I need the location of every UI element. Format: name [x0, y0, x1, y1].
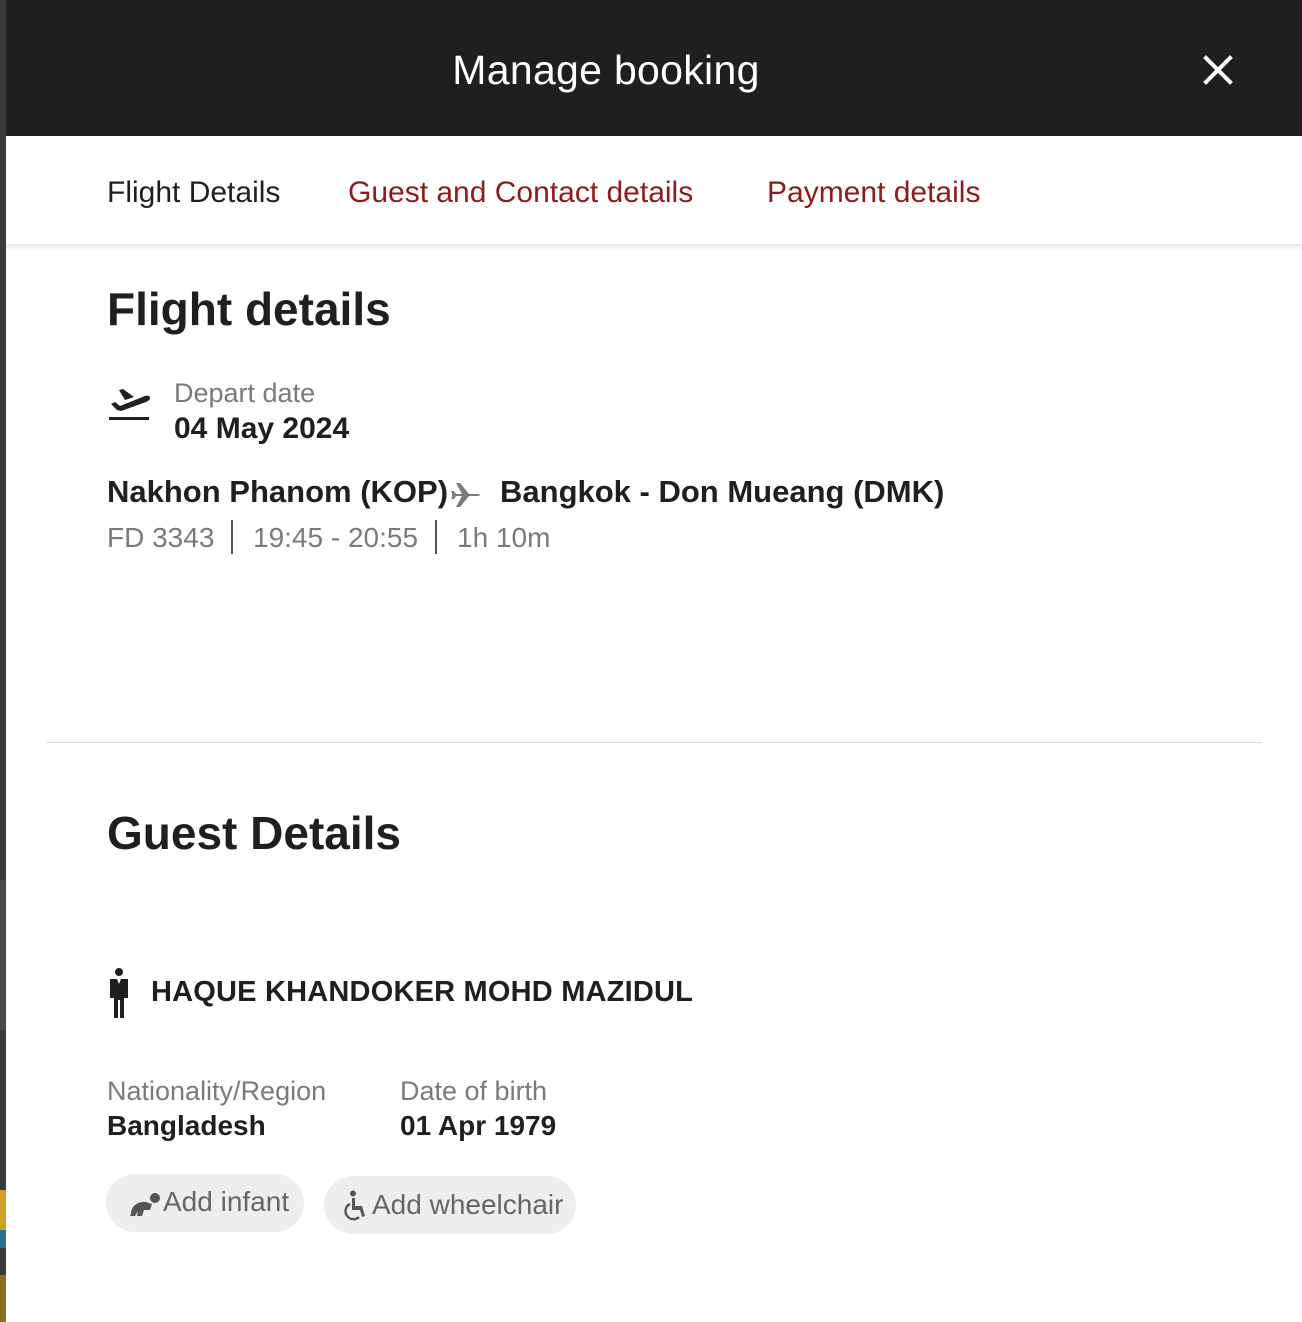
- flight-time: 19:45 - 20:55: [253, 522, 419, 553]
- section-divider: [46, 742, 1262, 743]
- modal-title: Manage booking: [452, 47, 760, 93]
- infant-icon: [130, 1193, 160, 1216]
- meta-separator: [435, 520, 437, 554]
- flight-number: FD 3343: [107, 522, 215, 553]
- tab-payment-details[interactable]: Payment details: [767, 176, 980, 210]
- add-infant-label: Add infant: [163, 1186, 290, 1217]
- flight-takeoff-icon: [109, 389, 150, 420]
- close-button[interactable]: [1194, 46, 1242, 94]
- tab-guest-contact-details[interactable]: Guest and Contact details: [348, 176, 693, 210]
- close-icon: [1203, 55, 1233, 85]
- depart-date-value: 04 May 2024: [174, 412, 350, 445]
- dob-value: 01 Apr 1979: [400, 1110, 557, 1141]
- meta-separator: [231, 520, 233, 554]
- wheelchair-icon: [344, 1190, 365, 1221]
- add-wheelchair-label: Add wheelchair: [372, 1189, 564, 1220]
- add-wheelchair-button[interactable]: Add wheelchair: [324, 1176, 576, 1234]
- adult-passenger-icon: [110, 968, 128, 1018]
- nationality-label: Nationality/Region: [107, 1076, 327, 1106]
- dob-label: Date of birth: [400, 1076, 548, 1106]
- flight-duration: 1h 10m: [457, 522, 551, 553]
- tab-bar: Flight Details Guest and Contact details…: [6, 136, 1302, 244]
- manage-booking-modal: Manage booking Flight Details Guest and …: [6, 0, 1302, 1322]
- flight-details-heading: Flight details: [107, 283, 391, 335]
- route-origin: Nakhon Phanom (KOP): [107, 474, 449, 509]
- plane-icon: [451, 483, 480, 507]
- nationality-value: Bangladesh: [107, 1110, 266, 1141]
- depart-date-label: Depart date: [174, 378, 316, 408]
- modal-header: Manage booking: [6, 0, 1302, 136]
- route-destination: Bangkok - Don Mueang (DMK): [500, 474, 945, 509]
- guest-name: HAQUE KHANDOKER MOHD MAZIDUL: [151, 976, 694, 1008]
- tab-flight-details[interactable]: Flight Details: [107, 176, 280, 210]
- add-infant-button[interactable]: Add infant: [106, 1174, 304, 1232]
- guest-details-heading: Guest Details: [107, 807, 401, 859]
